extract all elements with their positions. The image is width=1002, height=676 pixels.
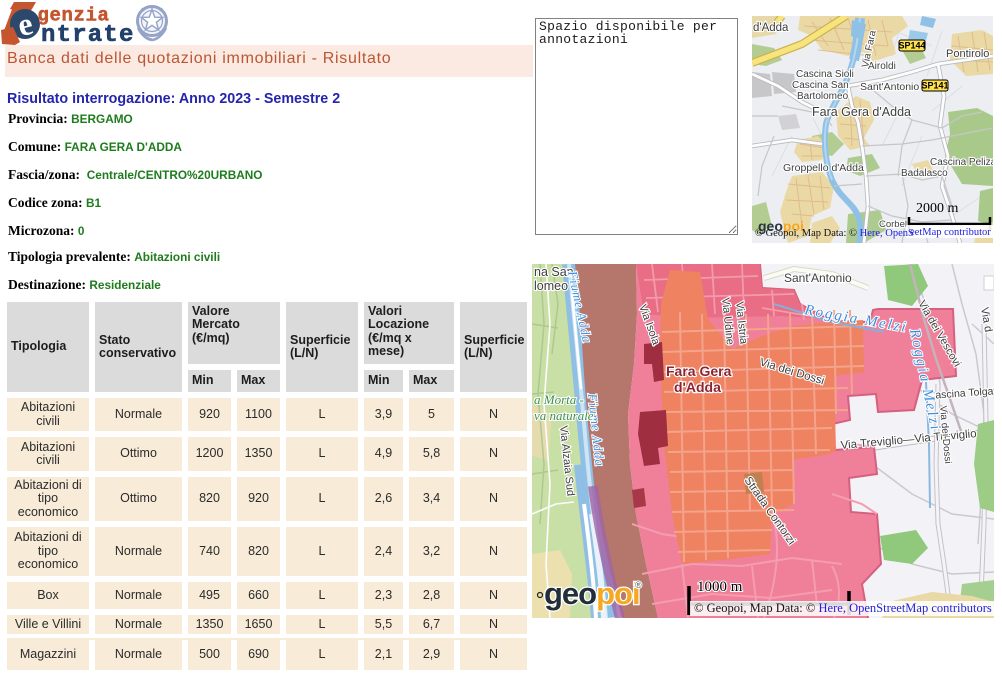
svg-text:Bartolomeo: Bartolomeo (797, 91, 849, 102)
svg-text:a Morta -: a Morta - (534, 392, 584, 407)
svg-text:d'Adda: d'Adda (674, 379, 721, 395)
svg-text:1000 m: 1000 m (697, 579, 743, 595)
svg-text:Cascina San: Cascina San (792, 80, 849, 91)
svg-text:eetMap contributor: eetMap contributor (910, 227, 991, 238)
svg-text:va naturale: va naturale (534, 408, 594, 423)
svg-text:®: ® (635, 580, 642, 590)
svg-text:Pontirolo: Pontirolo (946, 48, 989, 60)
svg-text:Fara Gera: Fara Gera (666, 363, 732, 379)
svg-text:geopoi: geopoi (544, 576, 640, 611)
svg-text:ntrate: ntrate (41, 22, 135, 46)
svg-text:Sant'Antonio: Sant'Antonio (784, 271, 852, 285)
svg-text:SP141: SP141 (921, 81, 948, 91)
svg-text:SP144: SP144 (898, 41, 925, 51)
svg-text:lomeo: lomeo (534, 279, 568, 293)
svg-text:2000 m: 2000 m (916, 201, 959, 216)
svg-text:Cascina Sioli: Cascina Sioli (796, 69, 854, 80)
svg-text:Groppello d'Adda: Groppello d'Adda (783, 162, 864, 174)
svg-text:© Geopoi, Map Data: © Here, Op: © Geopoi, Map Data: © Here, OpenStreetMa… (694, 601, 992, 615)
svg-text:Cascina Peliza: Cascina Peliza (930, 157, 993, 168)
svg-text:Sant'Antonio: Sant'Antonio (860, 81, 919, 93)
svg-text:Fara Gera d'Adda: Fara Gera d'Adda (812, 105, 911, 119)
svg-text:© Geopoi, Map Data: © Here, Op: © Geopoi, Map Data: © Here, OpenS (755, 228, 914, 239)
svg-text:d'Adda: d'Adda (753, 22, 789, 34)
svg-text:Badalasco: Badalasco (901, 168, 948, 179)
